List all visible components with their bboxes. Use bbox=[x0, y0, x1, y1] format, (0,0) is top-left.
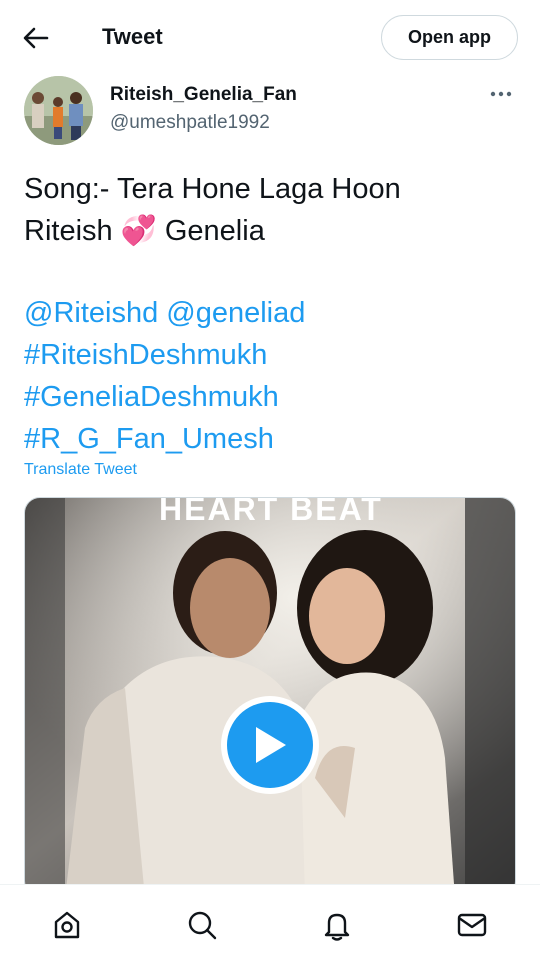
open-app-button[interactable]: Open app bbox=[381, 15, 518, 60]
messages-envelope-icon bbox=[457, 913, 487, 937]
search-icon bbox=[188, 911, 217, 940]
author-handle[interactable]: @umeshpatle1992 bbox=[110, 112, 270, 134]
tweet-line-1: Song:- Tera Hone Laga Hoon bbox=[24, 173, 401, 205]
avatar[interactable] bbox=[24, 76, 93, 145]
nav-home[interactable] bbox=[47, 905, 87, 945]
tweet-author: Riteish_Genelia_Fan @umeshpatle1992 bbox=[24, 76, 516, 146]
hashtag-link[interactable]: #GeneliaDeshmukh bbox=[24, 376, 516, 418]
tweet-line-2-end: Genelia bbox=[156, 215, 265, 247]
notifications-bell-icon bbox=[324, 913, 350, 941]
arrow-left-icon bbox=[23, 27, 49, 49]
more-options-button[interactable] bbox=[486, 84, 516, 104]
play-icon bbox=[256, 727, 286, 763]
bottom-navigation bbox=[0, 884, 540, 960]
tweet-line-2-start: Riteish bbox=[24, 215, 121, 247]
tweet-line-2: Riteish 💞 Genelia bbox=[24, 210, 516, 252]
back-button[interactable] bbox=[18, 20, 54, 56]
tweet-text: Song:- Tera Hone Laga Hoon Riteish 💞 Gen… bbox=[24, 168, 516, 460]
mentions-link[interactable]: @Riteishd @geneliad bbox=[24, 292, 516, 334]
nav-messages[interactable] bbox=[452, 905, 492, 945]
play-button[interactable] bbox=[221, 696, 319, 794]
more-horizontal-icon bbox=[490, 91, 512, 97]
top-header: Tweet Open app bbox=[0, 0, 540, 72]
video-media[interactable]: HEART BEAT bbox=[24, 497, 516, 897]
two-hearts-emoji: 💞 bbox=[120, 215, 157, 247]
hashtag-link[interactable]: #RiteishDeshmukh bbox=[24, 334, 516, 376]
hashtag-link[interactable]: #R_G_Fan_Umesh bbox=[24, 418, 516, 460]
translate-tweet-link[interactable]: Translate Tweet bbox=[24, 461, 137, 479]
home-icon bbox=[54, 911, 80, 939]
author-name[interactable]: Riteish_Genelia_Fan bbox=[110, 84, 297, 106]
nav-search[interactable] bbox=[182, 905, 222, 945]
page-title: Tweet bbox=[102, 24, 163, 49]
video-overlay-text: HEART BEAT bbox=[159, 498, 383, 527]
nav-notifications[interactable] bbox=[317, 905, 357, 945]
